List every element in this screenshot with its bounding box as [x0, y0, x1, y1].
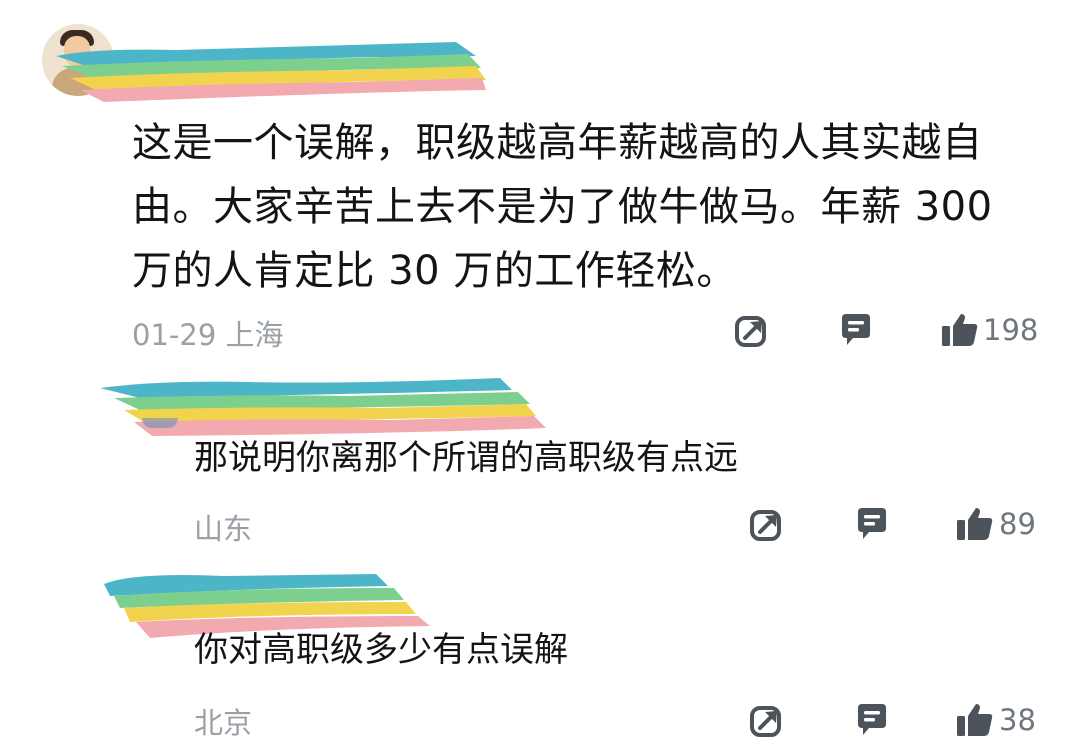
like-count: 38 [999, 703, 1036, 737]
reply-item: 那说明你离那个所谓的高职级有点远 山东 89 [0, 360, 1080, 560]
thumbs-up-icon[interactable] [941, 312, 979, 348]
reply-username-redaction [100, 378, 546, 436]
like-count: 89 [999, 507, 1036, 541]
reply-avatar[interactable] [142, 418, 178, 428]
like-count: 198 [983, 313, 1039, 347]
comment-bubble-icon[interactable] [854, 702, 890, 738]
share-arrow-icon[interactable] [735, 314, 769, 348]
reply-text: 你对高职级多少有点误解 [194, 630, 568, 670]
comment-bubble-icon[interactable] [838, 312, 874, 348]
comment-text: 这是一个误解，职级越高年薪越高的人其实越自由。大家辛苦上去不是为了做牛做马。年薪… [132, 120, 1006, 294]
thumbs-up-icon[interactable] [956, 702, 994, 738]
reply-text: 那说明你离那个所谓的高职级有点远 [194, 438, 738, 478]
share-arrow-icon[interactable] [750, 704, 784, 738]
username-redaction [56, 42, 486, 102]
reply-item: 你对高职级多少有点误解 北京 38 [0, 560, 1080, 754]
comment-bubble-icon[interactable] [854, 506, 890, 542]
reply-location: 山东 [194, 512, 253, 546]
main-comment: 这是一个误解，职级越高年薪越高的人其实越自由。大家辛苦上去不是为了做牛做马。年薪… [0, 0, 1080, 360]
thumbs-up-icon[interactable] [956, 506, 994, 542]
reply-location: 北京 [194, 706, 253, 740]
comment-date-location: 01-29 上海 [132, 318, 284, 352]
share-arrow-icon[interactable] [750, 508, 784, 542]
